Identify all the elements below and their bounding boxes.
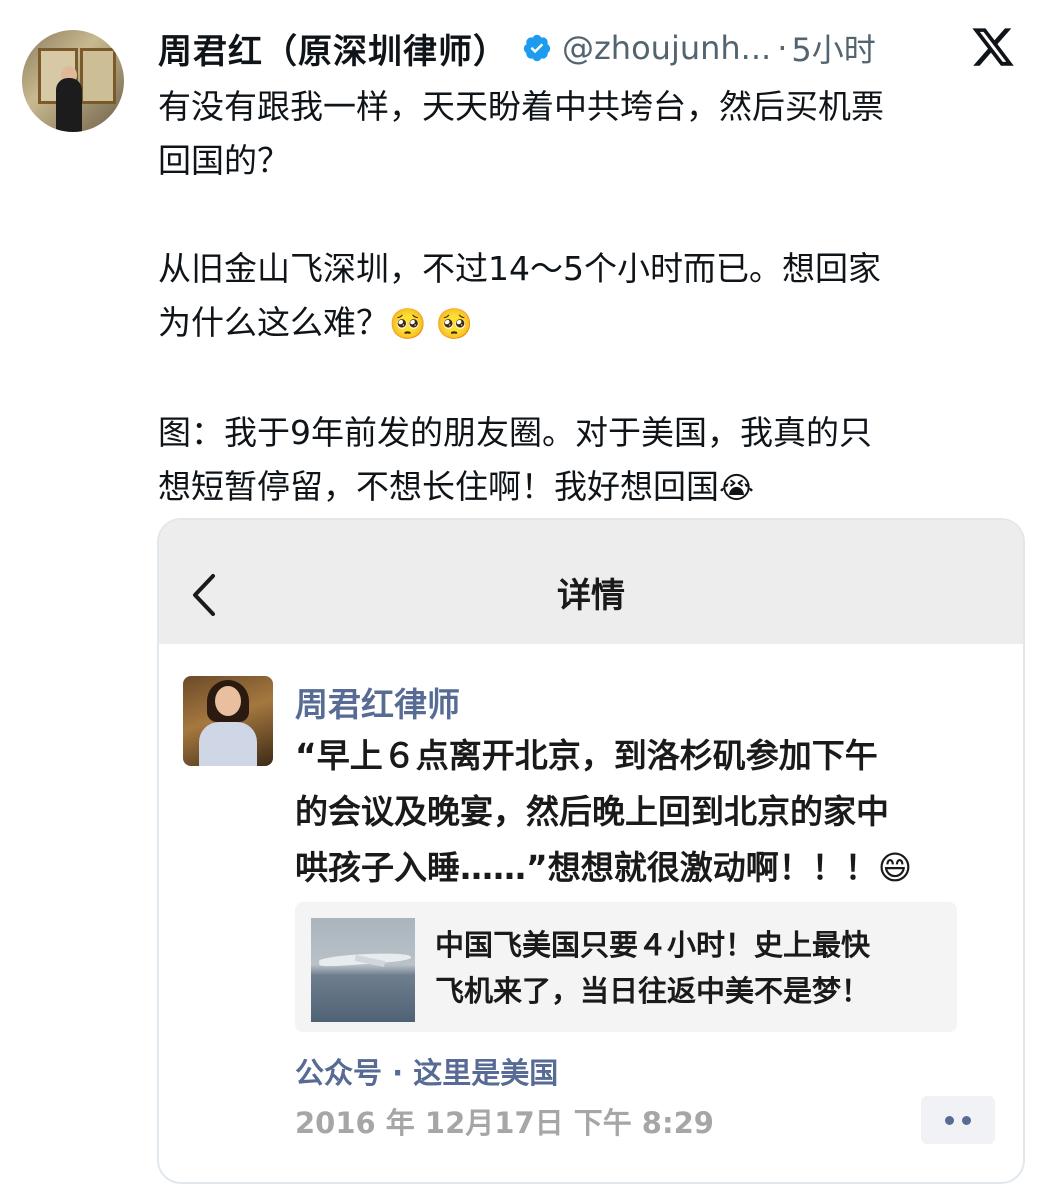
shared-article-card: 中国飞美国只要４小时！史上最快 飞机来了，当日往返中美不是梦！ bbox=[295, 902, 957, 1032]
article-title-line: 中国飞美国只要４小时！史上最快 bbox=[435, 928, 871, 962]
tweet-line: 图：我于9年前发的朋友圈。对于美国，我真的只 bbox=[158, 413, 872, 452]
more-dot bbox=[945, 1115, 954, 1125]
moment-date: 2016 年 12月17日 下午 8:29 bbox=[295, 1106, 714, 1140]
tweet-line: 从旧金山飞深圳，不过14～5个小时而已。想回家 bbox=[158, 249, 881, 288]
moment-line: “早上６点离开北京，到洛杉矶参加下午 bbox=[295, 736, 878, 775]
moment-text: “早上６点离开北京，到洛杉矶参加下午 的会议及晚宴，然后晚上回到北京的家中 哄孩… bbox=[295, 728, 1007, 896]
wechat-page-title: 详情 bbox=[557, 576, 625, 616]
pleading-face-emoji: 🥺 🥺 bbox=[389, 307, 474, 342]
x-logo-icon[interactable] bbox=[970, 24, 1016, 70]
grinning-face-emoji: 😄 bbox=[877, 848, 913, 887]
more-dot bbox=[962, 1115, 971, 1125]
author-avatar[interactable] bbox=[22, 30, 124, 132]
tweet-media-image[interactable]: 详情 周君红律师 “早上６点离开北京，到洛杉矶参加下午 的会议及晚宴，然后晚上回… bbox=[157, 518, 1025, 1184]
moment-author-avatar bbox=[183, 676, 273, 766]
display-name[interactable]: 周君红（原深圳律师） bbox=[158, 24, 508, 73]
tweet-line: 回国的？ bbox=[158, 141, 290, 180]
moment-author-name: 周君红律师 bbox=[295, 685, 460, 724]
moment-avatar-body bbox=[199, 722, 257, 766]
moment-avatar-head bbox=[215, 686, 241, 716]
tweet-line: 想短暂停留，不想长住啊！我好想回国 bbox=[158, 467, 719, 506]
tweet-line: 有没有跟我一样，天天盼着中共垮台，然后买机票 bbox=[158, 87, 884, 126]
tweet-header: 周君红（原深圳律师） @zhoujunh... · 5小时 bbox=[158, 22, 876, 74]
article-thumbnail bbox=[311, 918, 415, 1022]
avatar-person-body bbox=[56, 78, 82, 132]
more-dots-icon bbox=[921, 1096, 995, 1144]
verified-badge-icon bbox=[522, 33, 552, 63]
wechat-nav-bar: 详情 bbox=[159, 520, 1023, 644]
article-source: 公众号 · 这里是美国 bbox=[295, 1056, 559, 1090]
article-title-line: 飞机来了，当日往返中美不是梦！ bbox=[435, 974, 871, 1008]
header-separator: · bbox=[777, 29, 788, 67]
article-title: 中国飞美国只要４小时！史上最快 飞机来了，当日往返中美不是梦！ bbox=[435, 922, 935, 1014]
avatar-painting-right bbox=[80, 48, 116, 104]
tweet-line: 为什么这么难？ bbox=[158, 303, 389, 342]
crying-face-emoji: 😭 bbox=[719, 471, 755, 506]
moment-line: 的会议及晚宴，然后晚上回到北京的家中 bbox=[295, 792, 889, 831]
tweet-timestamp[interactable]: 5小时 bbox=[791, 25, 875, 71]
author-handle[interactable]: @zhoujunh... bbox=[562, 29, 771, 67]
wechat-moment: 周君红律师 “早上６点离开北京，到洛杉矶参加下午 的会议及晚宴，然后晚上回到北京… bbox=[159, 644, 1023, 1182]
tweet-text: 有没有跟我一样，天天盼着中共垮台，然后买机票 回国的？ 从旧金山飞深圳，不过14… bbox=[158, 80, 1018, 516]
moment-line: 哄孩子入睡……”想想就很激动啊！！！ bbox=[295, 848, 878, 887]
